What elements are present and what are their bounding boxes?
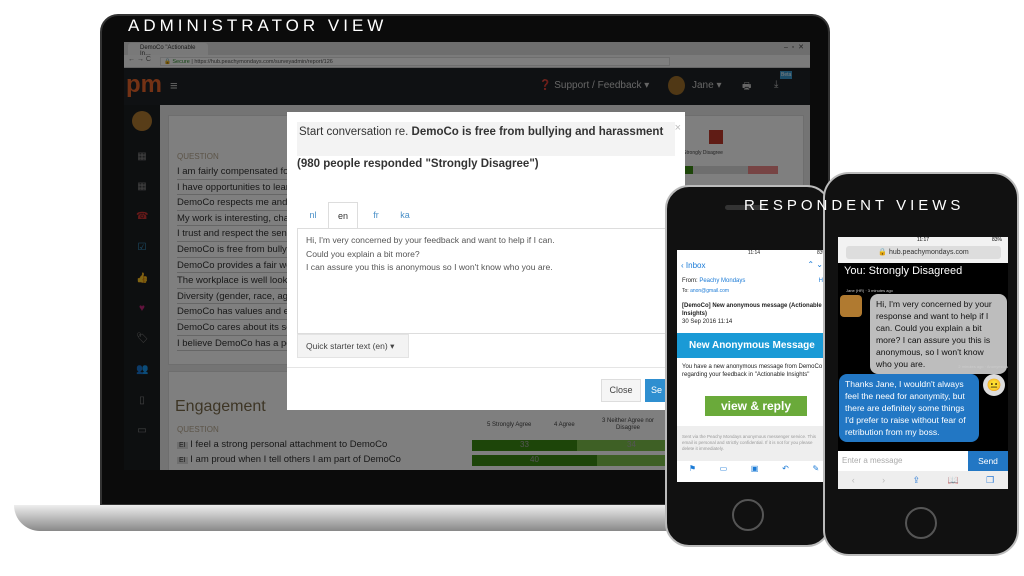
email-date: 30 Sep 2016 11:14 bbox=[682, 319, 733, 325]
email-screen: 11:14 83% ‹ Inbox ⌃ ⌄ From: Peachy Monday… bbox=[677, 250, 831, 482]
inbox-back-button[interactable]: ‹ Inbox bbox=[681, 261, 705, 270]
flag-icon[interactable]: ⚑ bbox=[689, 464, 696, 482]
email-footer: Sent via the Peachy Mondays anonymous me… bbox=[677, 426, 831, 461]
tab-en[interactable]: en bbox=[328, 202, 358, 228]
chat-send-button[interactable]: Send bbox=[968, 451, 1008, 471]
chat-title: You: Strongly Disagreed bbox=[844, 265, 963, 277]
message-line: I can assure you this is anonymous so I … bbox=[306, 262, 553, 272]
email-body: You have a new anonymous message from De… bbox=[682, 364, 823, 378]
home-button[interactable] bbox=[732, 499, 764, 531]
status-bar: 11:14 83% bbox=[677, 250, 831, 258]
status-bar: 11:17 83% bbox=[838, 237, 1008, 243]
phone-chat: 11:17 83% 🔒 hub.peachymondays.com You: St… bbox=[823, 172, 1019, 556]
close-button[interactable]: Close bbox=[601, 379, 641, 402]
back-label: Inbox bbox=[685, 261, 706, 270]
respondent-views-label: RESPONDENT VIEWS bbox=[744, 197, 965, 214]
to-line: To: anon@gmail.com bbox=[682, 288, 729, 294]
safari-toolbar: ‹ › ⇪ 📖 ❐ bbox=[838, 471, 1008, 489]
tabs-icon[interactable]: ❐ bbox=[986, 471, 994, 489]
title-prefix: Start conversation re. bbox=[299, 126, 409, 138]
message-line: Could you explain a bit more? bbox=[306, 248, 420, 259]
email-banner: New Anonymous Message bbox=[677, 333, 831, 358]
quick-starter-label: Quick starter text (en) bbox=[306, 341, 388, 351]
safari-url-field[interactable]: 🔒 hub.peachymondays.com bbox=[846, 246, 1001, 259]
modal-divider bbox=[287, 367, 685, 368]
folder-icon[interactable]: ▭ bbox=[720, 464, 728, 482]
anonymous-face-icon: 😐 bbox=[983, 374, 1005, 396]
jane-avatar bbox=[840, 295, 862, 317]
tab-nl[interactable]: nl bbox=[298, 202, 328, 228]
chat-message-respondent: Thanks Jane, I wouldn't always feel the … bbox=[839, 374, 979, 442]
back-icon[interactable]: ‹ bbox=[852, 471, 855, 489]
nav-arrows-icon[interactable]: ⌃ ⌄ bbox=[807, 260, 823, 269]
bookmarks-icon[interactable]: 📖 bbox=[948, 471, 959, 489]
from-line: From: Peachy Mondays bbox=[682, 278, 745, 284]
message-textarea[interactable]: Hi, I'm very concerned by your feedback … bbox=[297, 228, 685, 334]
message-input[interactable]: Enter a message bbox=[838, 451, 968, 471]
close-x-icon[interactable]: × bbox=[675, 122, 681, 134]
tab-fr[interactable]: fr bbox=[361, 202, 391, 228]
url-text: hub.peachymondays.com bbox=[888, 249, 969, 256]
to-address[interactable]: anon@gmail.com bbox=[690, 288, 729, 294]
battery: 83% bbox=[991, 237, 1002, 243]
tab-ka[interactable]: ka bbox=[390, 202, 420, 228]
message-line: Hi, I'm very concerned by your feedback … bbox=[306, 235, 555, 245]
from-sender[interactable]: Peachy Mondays bbox=[699, 278, 745, 284]
view-reply-button[interactable]: view & reply bbox=[705, 396, 807, 416]
compose-icon[interactable]: ✎ bbox=[812, 464, 819, 482]
home-button[interactable] bbox=[905, 507, 937, 539]
from-label: From: bbox=[682, 278, 698, 284]
forward-icon[interactable]: › bbox=[882, 471, 885, 489]
quick-starter-dropdown[interactable]: Quick starter text (en) ▾ bbox=[297, 334, 409, 358]
status-time: 11:17 bbox=[916, 237, 930, 243]
status-time: 11:14 bbox=[747, 250, 761, 256]
title-question: DemoCo is free from bullying and harassm… bbox=[411, 126, 664, 138]
archive-icon[interactable]: ▣ bbox=[751, 464, 759, 482]
admin-view-label: ADMINISTRATOR VIEW bbox=[128, 16, 388, 35]
safari-bar: 11:17 83% 🔒 hub.peachymondays.com bbox=[838, 237, 1008, 263]
phone-email: 11:14 83% ‹ Inbox ⌃ ⌄ From: Peachy Monday… bbox=[665, 185, 831, 547]
share-icon[interactable]: ⇪ bbox=[913, 471, 921, 489]
message-meta: Jane (HR) · 3 minutes ago bbox=[846, 288, 893, 293]
start-conversation-modal: Start conversation re. DemoCo is free fr… bbox=[287, 112, 685, 410]
chat-screen: 11:17 83% 🔒 hub.peachymondays.com You: St… bbox=[838, 237, 1008, 489]
modal-subtitle: (980 people responded "Strongly Disagree… bbox=[297, 158, 539, 170]
to-label: To: bbox=[682, 288, 689, 294]
mail-toolbar: ⚑ ▭ ▣ ↶ ✎ bbox=[677, 464, 831, 482]
reply-icon[interactable]: ↶ bbox=[782, 464, 789, 482]
chat-message-admin: Hi, I'm very concerned by your response … bbox=[870, 294, 1007, 374]
modal-title: Start conversation re. DemoCo is free fr… bbox=[297, 122, 675, 156]
email-subject: [DemoCo] New anonymous message (Actionab… bbox=[682, 303, 822, 317]
message-meta: 2 minutes ago · Anonymous bbox=[958, 364, 1008, 369]
